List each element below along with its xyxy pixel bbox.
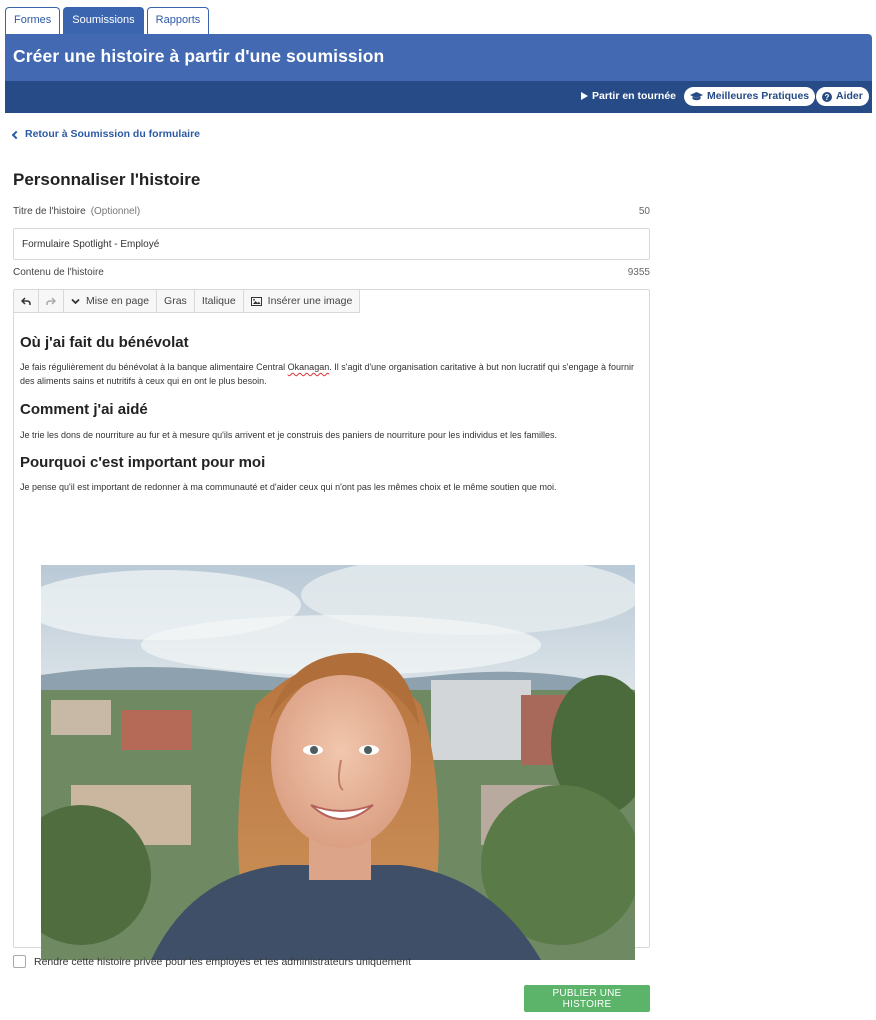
story-title-label-row: Titre de l'histoire (Optionnel) 50 <box>13 206 650 217</box>
insert-image-button[interactable]: Insérer une image <box>244 290 360 312</box>
spellcheck-word: Okanagan <box>287 362 330 372</box>
story-content-label: Contenu de l'histoire <box>13 267 104 278</box>
svg-text:?: ? <box>825 93 830 102</box>
bold-label: Gras <box>164 295 187 307</box>
redo-icon <box>46 296 56 305</box>
story-title-label-group: Titre de l'histoire (Optionnel) <box>13 206 140 217</box>
private-story-checkbox-row[interactable]: Rendre cette histoire privée pour les em… <box>13 955 411 968</box>
title-char-counter: 50 <box>638 206 650 217</box>
content-char-counter: 9355 <box>627 267 650 278</box>
private-story-label: Rendre cette histoire privée pour les em… <box>34 955 412 968</box>
page-title: Créer une histoire à partir d'une soumis… <box>13 46 385 66</box>
redo-button[interactable] <box>39 290 64 312</box>
chevron-down-icon <box>71 298 80 304</box>
story-content-label-row: Contenu de l'histoire 9355 <box>13 267 650 278</box>
content-paragraph-how-helped: Je trie les dons de nourriture au fur et… <box>20 430 557 440</box>
image-icon <box>250 296 262 306</box>
take-tour-button[interactable]: Partir en tournée <box>581 90 676 102</box>
section-title: Personnaliser l'histoire <box>13 170 201 189</box>
chevron-left-icon <box>11 130 21 139</box>
insert-image-label: Insérer une image <box>267 295 353 307</box>
optional-tag: (Optionnel) <box>90 206 141 217</box>
best-practices-label: Meilleures Pratiques <box>707 90 810 102</box>
format-label: Mise en page <box>86 295 150 307</box>
undo-button[interactable] <box>14 290 39 312</box>
content-heading-volunteered: Où j'ai fait du bénévolat <box>20 334 189 351</box>
bold-button[interactable]: Gras <box>157 290 195 312</box>
content-paragraph-volunteered: Je fais régulièrement du bénévolat à la … <box>20 360 642 388</box>
rich-text-editor[interactable]: Mise en page Gras Italique Insérer une i… <box>13 289 650 960</box>
content-heading-how-helped: Comment j'ai aidé <box>20 401 148 418</box>
story-title-label: Titre de l'histoire <box>13 206 86 217</box>
content-paragraph-why-important: Je pense qu'il est important de redonner… <box>20 482 557 492</box>
tab-bar: Formes Soumissions Rapports <box>5 7 210 34</box>
help-label: Aider <box>836 90 863 102</box>
editor-toolbar: Mise en page Gras Italique Insérer une i… <box>14 290 361 313</box>
content-heading-why-important: Pourquoi c'est important pour moi <box>20 454 266 471</box>
italic-button[interactable]: Italique <box>195 290 244 312</box>
back-to-submission-link[interactable]: Retour à Soumission du formulaire <box>11 128 201 140</box>
tab-formes[interactable]: Formes <box>5 7 61 34</box>
tab-soumissions[interactable]: Soumissions <box>63 7 144 34</box>
undo-icon <box>21 296 31 305</box>
publish-story-button[interactable]: PUBLIER UNE HISTOIRE <box>524 985 650 1012</box>
play-icon <box>581 92 588 100</box>
format-dropdown[interactable]: Mise en page <box>64 290 158 312</box>
graduation-cap-icon <box>690 91 703 100</box>
page-header: Créer une histoire à partir d'une soumis… <box>5 34 872 81</box>
best-practices-button[interactable]: Meilleures Pratiques <box>684 87 816 106</box>
header-actions-bar: Partir en tournée Meilleures Pratiques ?… <box>5 81 872 113</box>
story-title-input[interactable] <box>13 228 650 260</box>
private-story-checkbox[interactable] <box>13 955 26 968</box>
italic-label: Italique <box>201 295 236 307</box>
paragraph-text: Je fais régulièrement du bénévolat à la … <box>20 362 288 372</box>
story-image <box>41 565 635 960</box>
tab-rapports[interactable]: Rapports <box>146 7 210 34</box>
help-button[interactable]: ? Aider <box>816 87 869 106</box>
back-link-label: Retour à Soumission du formulaire <box>25 128 201 140</box>
question-circle-icon: ? <box>822 91 832 102</box>
take-tour-label: Partir en tournée <box>592 90 677 102</box>
